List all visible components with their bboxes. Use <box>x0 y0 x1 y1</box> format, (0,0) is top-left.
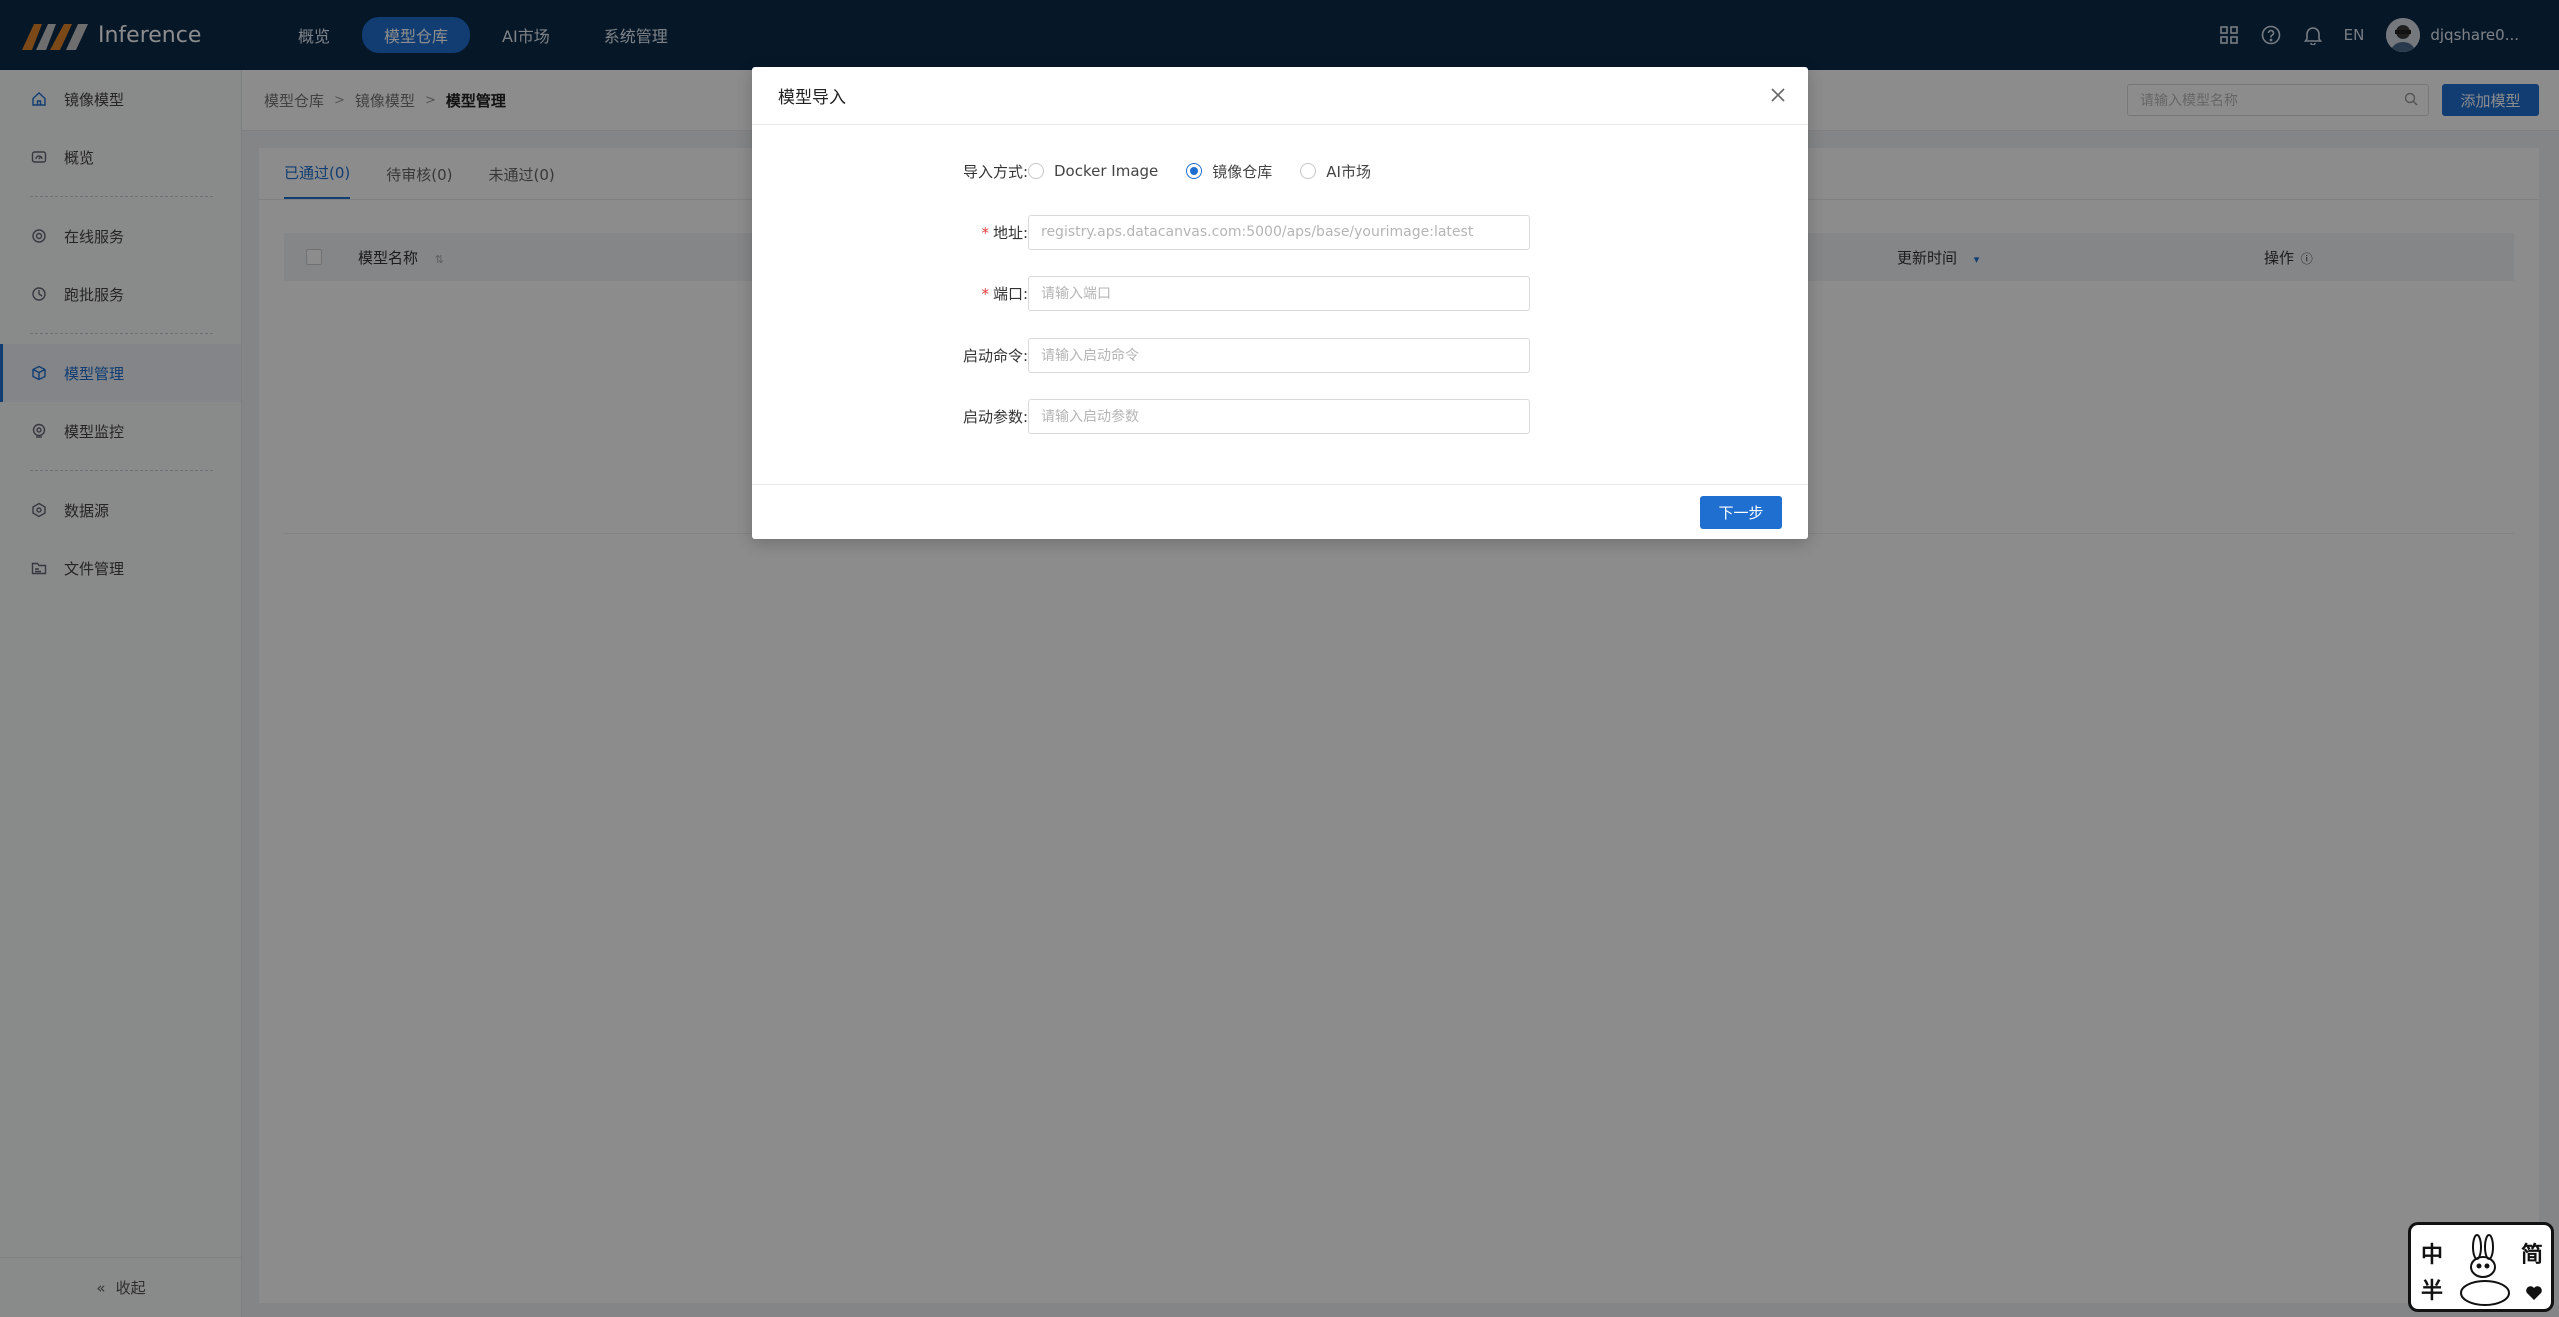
dialog-footer: 下一步 <box>752 484 1808 539</box>
ime-sticker[interactable]: 中 半 简 <box>2408 1222 2554 1312</box>
radio-circle <box>1028 163 1044 179</box>
rabbit-mascot-icon <box>2460 1234 2510 1306</box>
radio-circle <box>1186 163 1203 179</box>
sticker-char: 简 <box>2520 1243 2543 1268</box>
command-input[interactable]: 请输入启动命令 <box>1028 337 1530 373</box>
address-label: * 地址: <box>981 223 1028 242</box>
command-label: 启动命令: <box>962 346 1028 365</box>
next-step-button[interactable]: 下一步 <box>1700 496 1782 529</box>
params-label: 启动参数: <box>962 407 1028 426</box>
port-label: * 端口: <box>981 284 1028 303</box>
address-input[interactable]: registry.aps.datacanvas.com:5000/aps/bas… <box>1028 214 1530 250</box>
radio-circle <box>1300 163 1317 179</box>
port-row: * 端口: 请输入端口 <box>752 275 1808 311</box>
dialog-header: 模型导入 <box>752 67 1808 125</box>
params-input[interactable]: 请输入启动参数 <box>1028 398 1530 434</box>
import-method-radio-group: Docker Image 镜像仓库 AI市场 <box>1028 161 1399 182</box>
import-method-label: 导入方式: <box>962 162 1028 181</box>
sticker-char: 中 <box>2421 1243 2444 1268</box>
model-import-dialog: 模型导入 导入方式: Docker Image 镜像仓库 AI市场 * 地址: … <box>752 67 1808 539</box>
command-row: 启动命令: 请输入启动命令 <box>752 337 1808 373</box>
radio-docker-image[interactable]: Docker Image <box>1028 162 1158 180</box>
import-method-row: 导入方式: Docker Image 镜像仓库 AI市场 <box>752 153 1808 189</box>
heart-icon <box>2526 1286 2542 1300</box>
radio-image-registry[interactable]: 镜像仓库 <box>1186 161 1272 182</box>
dialog-title: 模型导入 <box>778 88 846 108</box>
port-input[interactable]: 请输入端口 <box>1028 275 1530 311</box>
address-row: * 地址: registry.aps.datacanvas.com:5000/ap… <box>752 214 1808 250</box>
radio-ai-market[interactable]: AI市场 <box>1300 161 1371 182</box>
close-icon[interactable] <box>1766 83 1790 107</box>
sticker-char: 半 <box>2421 1279 2444 1304</box>
params-row: 启动参数: 请输入启动参数 <box>752 398 1808 434</box>
